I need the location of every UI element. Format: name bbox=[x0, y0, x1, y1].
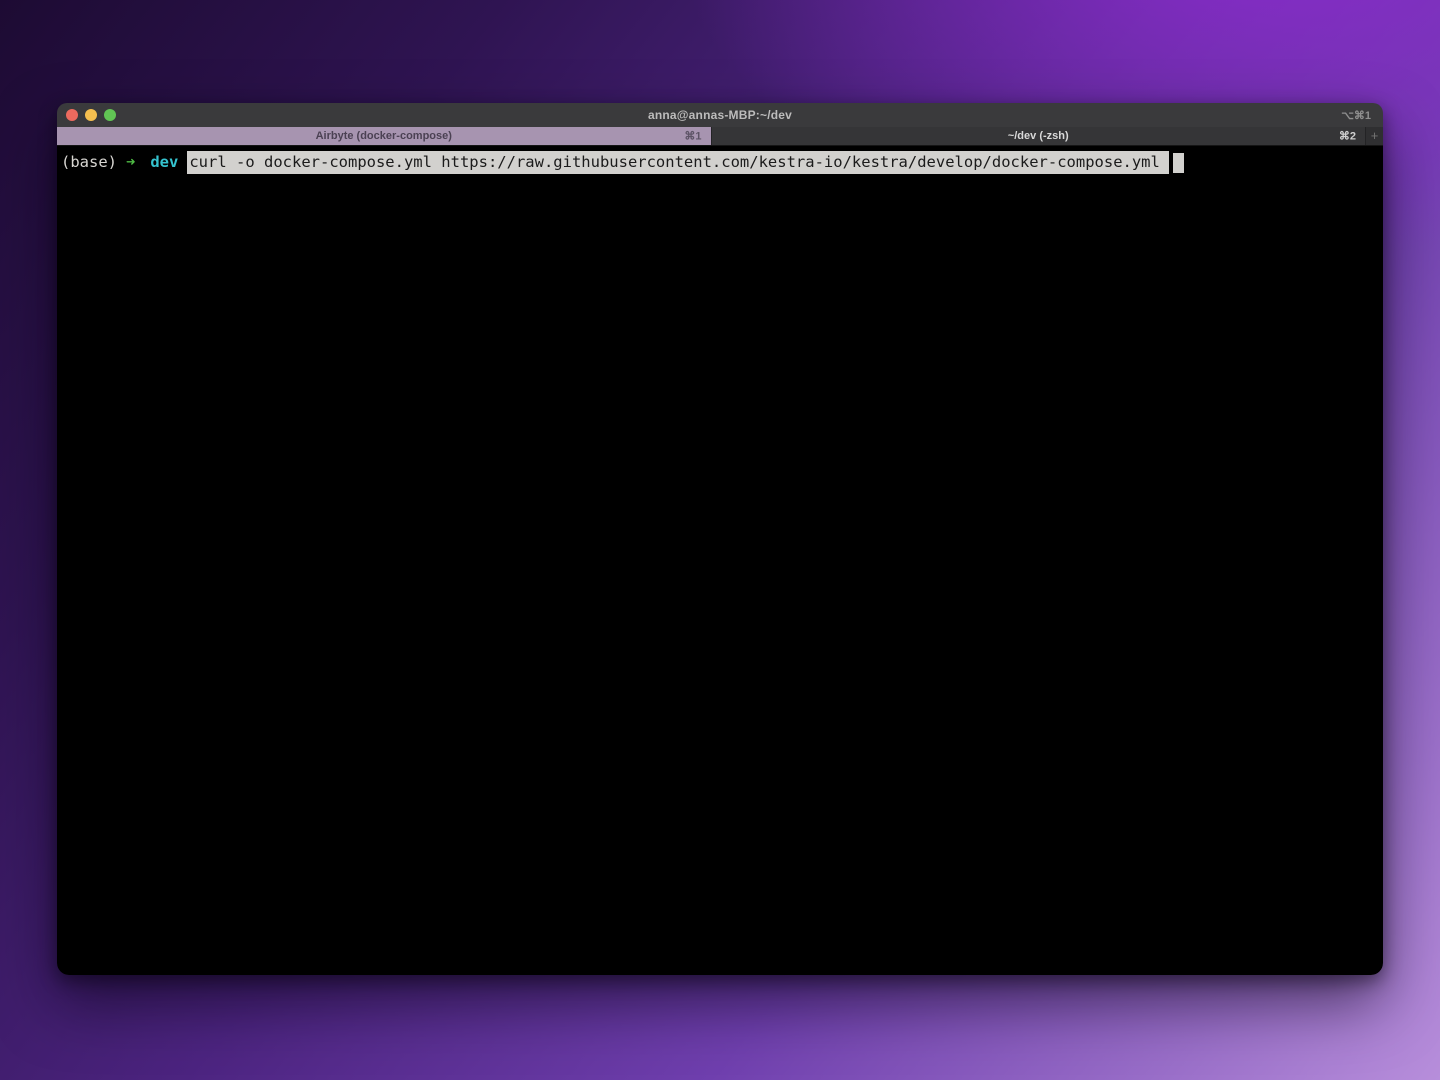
tab-shortcut-hint: ⌘2 bbox=[1339, 130, 1356, 143]
new-tab-button[interactable]: + bbox=[1365, 127, 1383, 145]
prompt-arrow-icon: ➜ bbox=[126, 152, 135, 173]
prompt-env: (base) bbox=[61, 152, 117, 173]
command-text-selected: curl -o docker-compose.yml https://raw.g… bbox=[187, 151, 1169, 174]
prompt-line: (base) ➜ dev curl -o docker-compose.yml … bbox=[61, 151, 1377, 174]
desktop-background: anna@annas-MBP:~/dev ⌥⌘1 Airbyte (docker… bbox=[0, 0, 1440, 1080]
minimize-button[interactable] bbox=[85, 109, 97, 121]
tab-bar: Airbyte (docker-compose) ⌘1 ~/dev (-zsh)… bbox=[57, 127, 1383, 146]
tab-dev-zsh[interactable]: ~/dev (-zsh) ⌘2 bbox=[712, 127, 1366, 145]
tab-airbyte-docker-compose[interactable]: Airbyte (docker-compose) ⌘1 bbox=[57, 127, 712, 145]
terminal-cursor bbox=[1173, 153, 1184, 173]
terminal-screen[interactable]: (base) ➜ dev curl -o docker-compose.yml … bbox=[57, 146, 1383, 975]
tab-label: ~/dev (-zsh) bbox=[1008, 130, 1069, 142]
window-shortcut-hint: ⌥⌘1 bbox=[1341, 109, 1371, 122]
terminal-window: anna@annas-MBP:~/dev ⌥⌘1 Airbyte (docker… bbox=[57, 103, 1383, 975]
prompt-directory: dev bbox=[150, 152, 178, 173]
window-title: anna@annas-MBP:~/dev bbox=[57, 108, 1383, 122]
zoom-button[interactable] bbox=[104, 109, 116, 121]
tab-label: Airbyte (docker-compose) bbox=[316, 130, 452, 142]
traffic-lights bbox=[57, 109, 116, 121]
tab-shortcut-hint: ⌘1 bbox=[684, 130, 701, 143]
close-button[interactable] bbox=[66, 109, 78, 121]
window-titlebar[interactable]: anna@annas-MBP:~/dev ⌥⌘1 bbox=[57, 103, 1383, 127]
